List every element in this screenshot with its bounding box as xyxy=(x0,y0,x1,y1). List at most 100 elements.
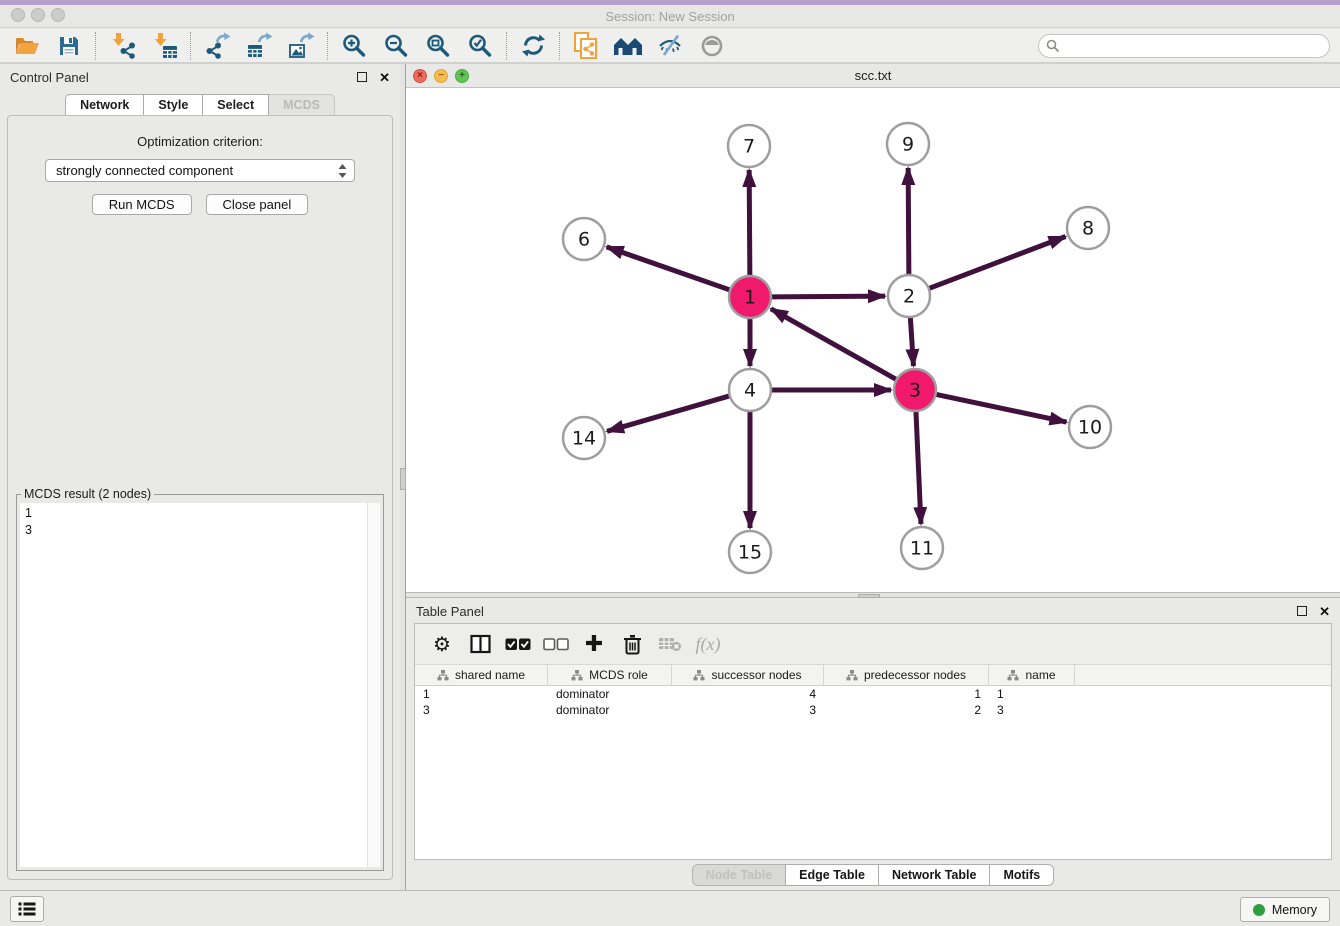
open-session-icon[interactable] xyxy=(6,30,48,62)
table-cell[interactable]: dominator xyxy=(548,702,672,718)
delete-column-icon[interactable] xyxy=(613,627,651,661)
graph-node-label: 11 xyxy=(910,538,934,560)
new-network-from-selection-icon[interactable] xyxy=(565,30,607,62)
table-settings-gear-icon[interactable]: ⚙ xyxy=(423,627,461,661)
run-mcds-button[interactable]: Run MCDS xyxy=(92,194,192,215)
search-icon xyxy=(1046,39,1060,53)
table-cell[interactable]: 4 xyxy=(672,686,824,702)
column-tree-icon xyxy=(571,670,583,681)
toolbar-separator xyxy=(327,32,328,60)
zoom-out-icon[interactable] xyxy=(375,30,417,62)
table-cell[interactable]: 1 xyxy=(824,686,989,702)
table-cell[interactable]: 3 xyxy=(989,702,1075,718)
column-header-label: shared name xyxy=(455,668,525,682)
graph-node-label: 2 xyxy=(903,286,915,308)
column-header-successor-nodes[interactable]: successor nodes xyxy=(672,665,824,685)
deselect-all-columns-icon[interactable] xyxy=(537,627,575,661)
tab-style[interactable]: Style xyxy=(143,94,203,115)
tab-edge-table[interactable]: Edge Table xyxy=(785,864,879,886)
close-panel-icon[interactable]: ✕ xyxy=(379,71,390,84)
titlebar-accent-strip xyxy=(0,0,1340,5)
hide-selected-icon[interactable] xyxy=(649,30,691,62)
column-header-name[interactable]: name xyxy=(989,665,1075,685)
import-table-icon[interactable] xyxy=(143,30,185,62)
export-image-icon[interactable] xyxy=(280,30,322,62)
table-cell[interactable]: 1 xyxy=(415,686,548,702)
table-cell[interactable]: dominator xyxy=(548,686,672,702)
zoom-selected-icon[interactable] xyxy=(459,30,501,62)
export-network-icon[interactable] xyxy=(196,30,238,62)
import-network-icon[interactable] xyxy=(101,30,143,62)
criterion-selected-value: strongly connected component xyxy=(56,163,337,178)
graph-edge-2-9[interactable] xyxy=(908,168,909,275)
graph-node-label: 6 xyxy=(578,229,590,251)
table-cell[interactable]: 1 xyxy=(989,686,1075,702)
graph-edge-1-2[interactable] xyxy=(771,296,885,297)
export-table-icon[interactable] xyxy=(238,30,280,62)
node-table-card: ⚙ ✚ xyxy=(414,623,1332,860)
graph-edge-3-10[interactable] xyxy=(936,394,1067,422)
column-header-shared-name[interactable]: shared name xyxy=(415,665,548,685)
table-cell[interactable]: 3 xyxy=(672,702,824,718)
graph-node-label: 14 xyxy=(572,428,596,450)
memory-status-icon xyxy=(1253,904,1265,916)
show-panels-list-button[interactable] xyxy=(10,896,44,922)
graph-edge-2-3[interactable] xyxy=(910,317,913,366)
network-view-window: × − + scc.txt 7968124314101511 xyxy=(406,64,1340,592)
control-panel-title: Control Panel xyxy=(10,70,89,85)
tab-network[interactable]: Network xyxy=(65,94,144,115)
table-panel-title: Table Panel xyxy=(416,604,484,619)
add-column-icon[interactable]: ✚ xyxy=(575,627,613,661)
delete-table-icon[interactable] xyxy=(651,627,689,661)
tab-node-table[interactable]: Node Table xyxy=(692,864,786,886)
fx-label: f(x) xyxy=(696,634,721,655)
graph-edge-3-11[interactable] xyxy=(916,411,921,524)
mcds-result-line: 3 xyxy=(25,522,362,539)
select-stepper-icon xyxy=(337,163,348,179)
table-panel-tabbar: Node Table Edge Table Network Table Moti… xyxy=(406,864,1340,886)
table-header-row: shared name MCDS role successor nodesprede… xyxy=(415,665,1331,686)
graph-edge-3-1[interactable] xyxy=(771,309,897,380)
toggle-column-view-icon[interactable] xyxy=(461,627,499,661)
first-neighbors-icon[interactable] xyxy=(607,30,649,62)
show-all-icon[interactable] xyxy=(691,30,733,62)
float-table-panel-icon[interactable] xyxy=(1297,606,1307,616)
control-panel: Control Panel ✕ Network Style Select MCD… xyxy=(0,64,400,890)
close-table-panel-icon[interactable]: ✕ xyxy=(1319,605,1330,618)
criterion-select[interactable]: strongly connected component xyxy=(45,159,355,182)
table-body: 1dominator4113dominator323 xyxy=(415,686,1331,718)
column-tree-icon xyxy=(846,670,858,681)
column-tree-icon xyxy=(693,670,705,681)
tab-mcds[interactable]: MCDS xyxy=(268,94,335,115)
memory-button[interactable]: Memory xyxy=(1240,897,1330,922)
float-panel-icon[interactable] xyxy=(357,72,367,82)
zoom-in-icon[interactable] xyxy=(333,30,375,62)
mcds-result-text[interactable]: 13 xyxy=(20,503,367,867)
function-builder-icon[interactable]: f(x) xyxy=(689,627,727,661)
graph-node-label: 15 xyxy=(738,542,762,564)
search-input[interactable] xyxy=(1038,34,1330,58)
graph-edge-4-14[interactable] xyxy=(607,396,730,432)
table-row[interactable]: 3dominator323 xyxy=(415,702,1331,718)
table-cell[interactable]: 2 xyxy=(824,702,989,718)
close-panel-button[interactable]: Close panel xyxy=(206,194,309,215)
column-header-predecessor-nodes[interactable]: predecessor nodes xyxy=(824,665,989,685)
graph-edge-1-6[interactable] xyxy=(607,247,731,290)
tab-motifs[interactable]: Motifs xyxy=(989,864,1054,886)
table-cell[interactable]: 3 xyxy=(415,702,548,718)
column-tree-icon xyxy=(1007,670,1019,681)
graph-edge-2-8[interactable] xyxy=(929,237,1066,289)
network-canvas[interactable]: 7968124314101511 xyxy=(406,88,1340,592)
table-row[interactable]: 1dominator411 xyxy=(415,686,1331,702)
toolbar-separator xyxy=(506,32,507,60)
zoom-fit-icon[interactable] xyxy=(417,30,459,62)
column-header-MCDS-role[interactable]: MCDS role xyxy=(548,665,672,685)
select-all-columns-icon[interactable] xyxy=(499,627,537,661)
save-session-icon[interactable] xyxy=(48,30,90,62)
refresh-icon[interactable] xyxy=(512,30,554,62)
mcds-result-scrollbar[interactable] xyxy=(367,503,380,867)
graph-edge-1-7[interactable] xyxy=(749,170,750,276)
column-header-label: MCDS role xyxy=(589,668,648,682)
tab-select[interactable]: Select xyxy=(202,94,269,115)
tab-network-table[interactable]: Network Table xyxy=(878,864,991,886)
